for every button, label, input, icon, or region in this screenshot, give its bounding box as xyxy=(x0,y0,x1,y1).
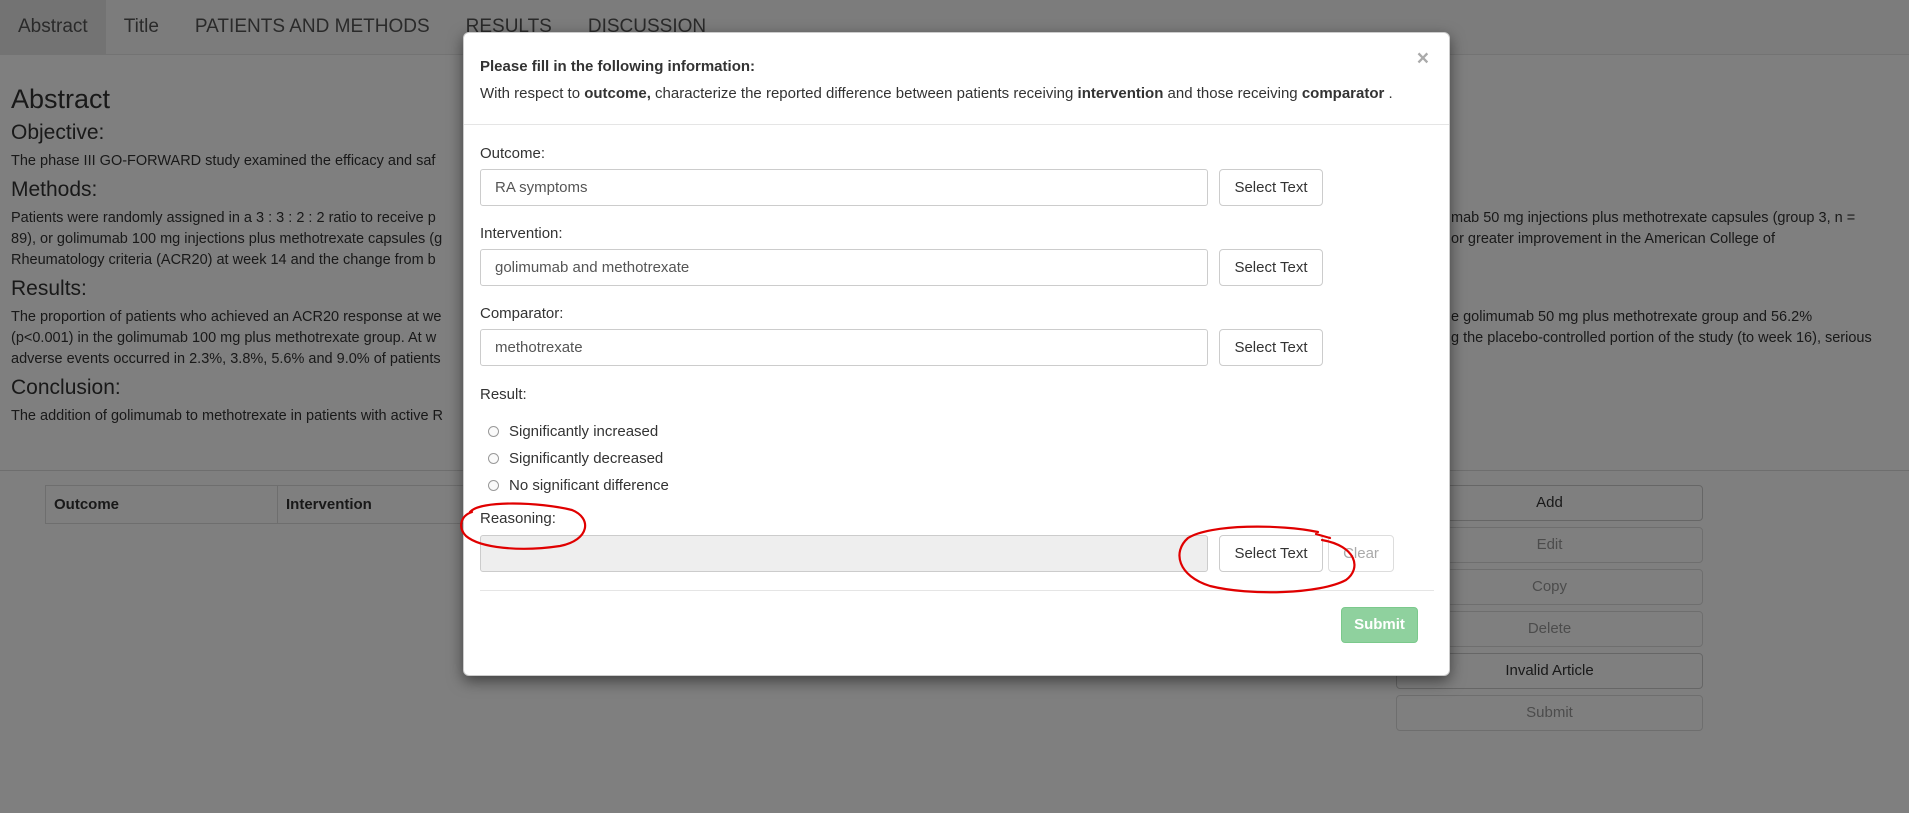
outcome-select-text-button[interactable]: Select Text xyxy=(1219,169,1323,206)
result-option-no-difference[interactable]: No significant difference xyxy=(488,477,669,494)
radio-button[interactable] xyxy=(488,480,499,491)
result-label: Result: xyxy=(480,386,527,403)
comparator-label: Comparator: xyxy=(480,305,564,322)
annotation-modal: Please fill in the following information… xyxy=(463,32,1450,676)
comparator-field[interactable] xyxy=(480,329,1208,366)
comparator-select-text-button[interactable]: Select Text xyxy=(1219,329,1323,366)
modal-instructions: With respect to outcome, characterize th… xyxy=(480,85,1393,102)
result-option-decreased[interactable]: Significantly decreased xyxy=(488,450,663,467)
reasoning-label: Reasoning: xyxy=(480,510,556,527)
result-option-increased[interactable]: Significantly increased xyxy=(488,423,658,440)
intervention-label: Intervention: xyxy=(480,225,563,242)
close-icon[interactable]: × xyxy=(1417,47,1429,71)
reasoning-select-text-button[interactable]: Select Text xyxy=(1219,535,1323,572)
intervention-field[interactable] xyxy=(480,249,1208,286)
reasoning-clear-button[interactable]: Clear xyxy=(1328,535,1394,572)
modal-title: Please fill in the following information… xyxy=(480,58,756,75)
radio-button[interactable] xyxy=(488,453,499,464)
intervention-select-text-button[interactable]: Select Text xyxy=(1219,249,1323,286)
radio-button[interactable] xyxy=(488,426,499,437)
outcome-field[interactable] xyxy=(480,169,1208,206)
modal-submit-button[interactable]: Submit xyxy=(1341,607,1418,643)
reasoning-field[interactable] xyxy=(480,535,1208,572)
modal-footer-divider xyxy=(480,590,1434,591)
outcome-label: Outcome: xyxy=(480,145,546,162)
modal-header: Please fill in the following information… xyxy=(464,33,1449,125)
